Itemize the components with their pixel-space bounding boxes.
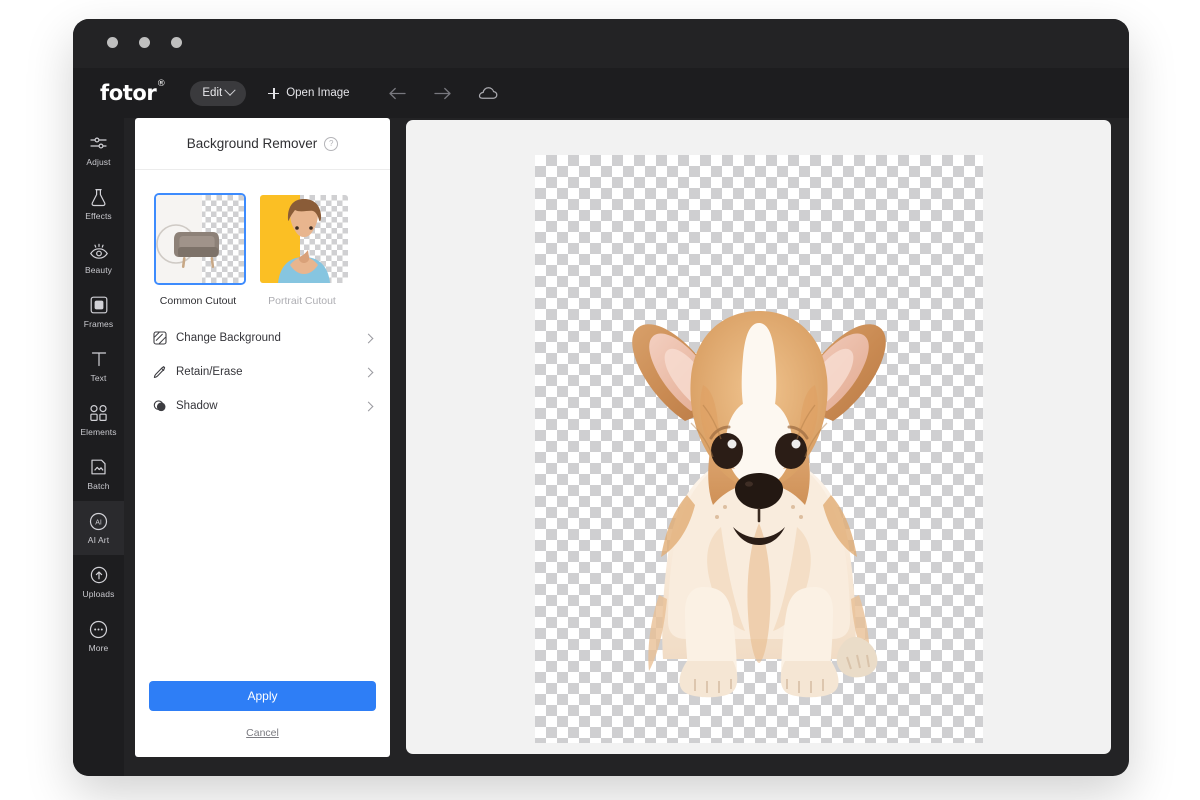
upload-cloud-icon (89, 566, 109, 585)
sidebar-item-label: Effects (85, 210, 112, 221)
woman-illustration (278, 199, 330, 283)
panel-header: Background Remover ? (135, 118, 390, 170)
redo-button[interactable] (433, 86, 452, 101)
chevron-right-icon (363, 401, 374, 411)
flask-icon (90, 188, 107, 207)
cutout-option-label: Portrait Cutout (268, 295, 336, 307)
sidebar-item-adjust[interactable]: Adjust (73, 123, 124, 177)
cancel-link[interactable]: Cancel (149, 727, 376, 739)
chevron-right-icon (363, 367, 374, 377)
panel-footer: Apply Cancel (135, 681, 390, 739)
menu-item-change-background[interactable]: Change Background (149, 321, 376, 355)
menu-item-label: Retain/Erase (176, 366, 243, 378)
svg-text:AI: AI (95, 519, 102, 526)
screen: fotor ® Edit Open Image Adjust Effects B… (0, 0, 1200, 800)
chevron-down-icon (224, 84, 236, 96)
menu-item-label: Change Background (176, 332, 281, 344)
panel-menu: Change Background Retain/Erase Shadow (135, 307, 390, 423)
sidebar-item-text[interactable]: Text (73, 339, 124, 393)
edit-menu-button[interactable]: Edit (190, 80, 247, 106)
sidebar-item-label: More (88, 642, 109, 653)
sidebar-item-ai-art[interactable]: AI AI Art (73, 501, 124, 555)
sidebar-item-label: Frames (83, 318, 114, 329)
sidebar-item-label: Batch (87, 480, 110, 491)
sidebar-item-uploads[interactable]: Uploads (73, 555, 124, 609)
chevron-right-icon (363, 333, 374, 343)
sliders-icon (89, 134, 108, 153)
canvas-area[interactable] (406, 120, 1111, 754)
window-controls (107, 37, 182, 48)
top-toolbar: fotor ® Edit Open Image (73, 68, 1129, 118)
menu-item-label: Shadow (176, 400, 218, 412)
app-logo[interactable]: fotor ® (100, 79, 166, 105)
shadow-circle-icon (153, 400, 166, 412)
question-mark-icon[interactable]: ? (324, 136, 339, 151)
sidebar-item-label: Adjust (86, 156, 111, 167)
ai-badge-icon: AI (89, 512, 108, 531)
cutout-option-label: Common Cutout (159, 295, 237, 307)
swatch-diagonal-icon (153, 331, 167, 345)
corgi-puppy-cutout (631, 311, 886, 698)
armchair-illustration (156, 224, 219, 268)
plus-icon (268, 87, 280, 99)
pen-eraser-icon (153, 366, 166, 378)
shapes-icon (89, 404, 108, 423)
close-dot[interactable] (107, 37, 118, 48)
open-image-label: Open Image (286, 87, 350, 99)
edit-menu-label: Edit (202, 87, 223, 99)
sidebar-item-label: AI Art (87, 534, 110, 545)
cutout-option-common[interactable]: Common Cutout (154, 193, 246, 307)
left-sidebar: Adjust Effects Beauty Frames Text Elemen… (73, 118, 124, 776)
arrow-left-icon (388, 87, 406, 99)
open-image-button[interactable]: Open Image (268, 87, 350, 99)
cloud-save-button[interactable] (478, 86, 498, 101)
background-remover-panel: Background Remover ? Common Cutout Portr… (135, 118, 390, 757)
window-titlebar (73, 19, 1129, 68)
cutout-options: Common Cutout Portrait Cutout (135, 170, 390, 307)
cloud-icon (478, 86, 497, 99)
sidebar-item-elements[interactable]: Elements (73, 393, 124, 447)
sidebar-item-effects[interactable]: Effects (73, 177, 124, 231)
frame-icon (90, 296, 108, 315)
artboard[interactable] (534, 155, 983, 743)
minimize-dot[interactable] (139, 37, 150, 48)
eye-icon (89, 242, 109, 261)
portrait-woman-thumbnail (258, 193, 350, 285)
armchair-thumbnail (154, 193, 246, 285)
cutout-option-portrait[interactable]: Portrait Cutout (258, 193, 348, 307)
sidebar-item-label: Elements (80, 426, 117, 437)
sidebar-item-label: Uploads (82, 588, 115, 599)
undo-button[interactable] (388, 86, 407, 101)
sidebar-item-more[interactable]: More (73, 609, 124, 663)
ellipsis-icon (89, 620, 108, 639)
batch-icon (90, 458, 108, 477)
app-logo-text: fotor (100, 81, 157, 105)
page-title: Background Remover (186, 136, 318, 151)
registered-mark: ® (156, 79, 166, 89)
sidebar-item-label: Beauty (84, 264, 113, 275)
sidebar-item-beauty[interactable]: Beauty (73, 231, 124, 285)
maximize-dot[interactable] (171, 37, 182, 48)
text-t-icon (90, 350, 108, 369)
sidebar-item-batch[interactable]: Batch (73, 447, 124, 501)
sidebar-item-frames[interactable]: Frames (73, 285, 124, 339)
menu-item-retain-erase[interactable]: Retain/Erase (149, 355, 376, 389)
apply-button[interactable]: Apply (149, 681, 376, 711)
sidebar-item-label: Text (90, 372, 107, 383)
arrow-right-icon (433, 87, 451, 99)
app-window: fotor ® Edit Open Image Adjust Effects B… (73, 19, 1129, 776)
menu-item-shadow[interactable]: Shadow (149, 389, 376, 423)
